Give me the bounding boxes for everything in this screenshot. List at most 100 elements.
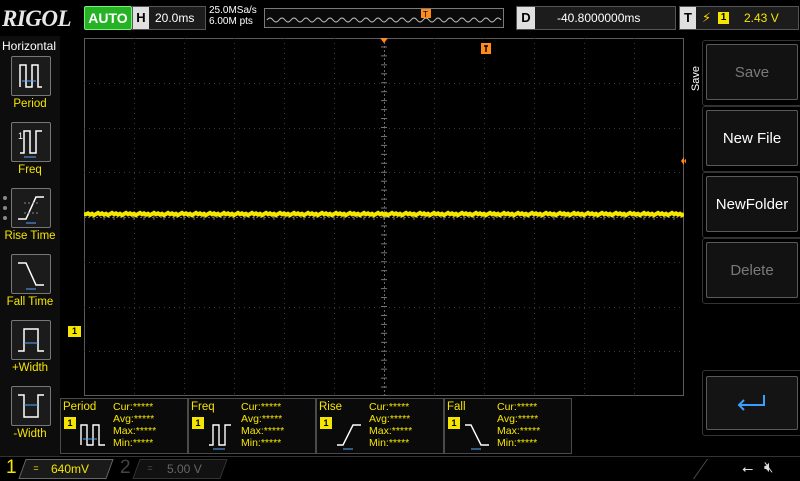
stat-avg: Avg:*****: [497, 413, 539, 425]
measurement-period[interactable]: Period 1 Cur:***** Avg:***** Max:***** M…: [60, 398, 188, 454]
horizontal-timebase-box[interactable]: H 20.0ms: [132, 6, 206, 30]
period-icon: [11, 56, 51, 96]
stat-cur: Cur:*****: [497, 401, 538, 413]
save-menu-title: Save: [690, 66, 702, 92]
measurement-title: Freq: [191, 401, 215, 413]
stat-cur: Cur:*****: [369, 401, 410, 413]
speaker-muted-icon[interactable]: 🔇︎: [764, 459, 773, 476]
enter-arrow-icon: [737, 395, 765, 411]
ch1-waveform-trace: [83, 210, 685, 218]
measurement-fall[interactable]: Fall 1 Cur:***** Avg:***** Max:***** Min…: [444, 398, 572, 454]
measurement-source-badge: 1: [320, 417, 332, 429]
fall-time-icon: [11, 254, 51, 294]
memory-depth: 6.00M pts: [209, 16, 253, 27]
overview-waveform: T: [266, 9, 502, 23]
sample-rate-info: 25.0MSa/s 6.00M pts: [209, 5, 257, 27]
delay-tag: D: [517, 7, 535, 29]
top-status-bar: RIGOL AUTO H 20.0ms 25.0MSa/s 6.00M pts …: [0, 0, 800, 36]
stat-min: Min:*****: [369, 437, 410, 449]
ch2-number[interactable]: 2: [120, 457, 131, 479]
menu-item-label: -Width: [13, 428, 47, 440]
timebase-value: 20.0ms: [155, 11, 195, 25]
run-mode-auto-button[interactable]: AUTO: [84, 6, 132, 30]
trigger-box[interactable]: T ⚡︎ 1 2.43 V: [679, 6, 799, 30]
measurement-title: Period: [63, 401, 97, 413]
new-folder-button[interactable]: NewFolder: [706, 176, 798, 232]
rigol-logo: RIGOL: [2, 6, 72, 31]
scope-graticule: [83, 37, 692, 397]
ch2-coupling-icon: =: [147, 463, 153, 473]
stat-max: Max:*****: [369, 425, 413, 437]
measurement-rise[interactable]: Rise 1 Cur:***** Avg:***** Max:***** Min…: [316, 398, 444, 454]
menu-item-fall-time[interactable]: Fall Time: [0, 254, 60, 318]
stat-min: Min:*****: [241, 437, 282, 449]
measurement-stats: Cur:***** Avg:***** Max:***** Min:*****: [369, 401, 412, 449]
channel-status-bar: 1 = 640mV 2 = 5.00 V ⭠ 🔇︎: [0, 456, 800, 481]
ch1-number[interactable]: 1: [6, 457, 17, 479]
ch1-offset-marker[interactable]: 1: [68, 326, 81, 337]
fall-time-icon: [465, 424, 489, 450]
measurement-freq[interactable]: Freq 1 Cur:***** Avg:***** Max:***** Min…: [188, 398, 316, 454]
measurement-stats: Cur:***** Avg:***** Max:***** Min:*****: [113, 401, 156, 449]
menu-item-pos-width[interactable]: +Width: [0, 320, 60, 384]
ch1-coupling-icon: =: [33, 463, 39, 473]
svg-text:1: 1: [18, 131, 23, 141]
enter-button[interactable]: [706, 376, 798, 430]
save-button[interactable]: Save: [706, 44, 798, 100]
menu-item-neg-width[interactable]: -Width: [0, 386, 60, 450]
pos-width-icon: [11, 320, 51, 360]
ch1-scale-box[interactable]: = 640mV: [18, 459, 114, 479]
menu-item-label: Period: [13, 98, 47, 110]
stat-cur: Cur:*****: [113, 401, 154, 413]
ch2-scale: 5.00 V: [167, 462, 202, 476]
stat-max: Max:*****: [241, 425, 285, 437]
rising-edge-icon: ⚡︎: [702, 10, 712, 25]
trigger-tag: T: [680, 7, 696, 29]
new-file-button[interactable]: New File: [706, 110, 798, 166]
stat-avg: Avg:*****: [369, 413, 411, 425]
trigger-position-marker: [481, 43, 491, 54]
measure-menu: Horizontal Period 1 Freq Rise Time Fall …: [0, 36, 60, 456]
waveform-display[interactable]: [83, 37, 692, 397]
menu-item-period[interactable]: Period: [0, 56, 60, 120]
delay-value: -40.8000000ms: [557, 11, 641, 25]
measurement-source-badge: 1: [192, 417, 204, 429]
measurement-stats: Cur:***** Avg:***** Max:***** Min:*****: [241, 401, 284, 449]
rise-time-icon: [337, 424, 361, 450]
menu-item-label: Rise Time: [4, 230, 56, 242]
stat-avg: Avg:*****: [241, 413, 283, 425]
stat-min: Min:*****: [497, 437, 538, 449]
rise-time-icon: [11, 188, 51, 228]
trigger-source-badge: 1: [718, 12, 729, 24]
overview-trigger-label: T: [423, 10, 428, 19]
stat-min: Min:*****: [113, 437, 154, 449]
freq-icon: 1: [11, 122, 51, 162]
menu-item-label: Fall Time: [6, 296, 54, 308]
horizontal-tag: H: [133, 7, 149, 29]
measurement-title: Rise: [319, 401, 343, 413]
menu-item-label: +Width: [11, 362, 49, 374]
delay-box[interactable]: D -40.8000000ms: [516, 6, 676, 30]
save-menu: Save Save New File NewFolder Delete: [686, 36, 800, 456]
menu-item-freq[interactable]: 1 Freq: [0, 122, 60, 186]
delete-button[interactable]: Delete: [706, 242, 798, 298]
sample-rate: 25.0MSa/s: [209, 5, 257, 16]
measure-menu-title: Horizontal: [2, 39, 57, 53]
menu-item-rise-time[interactable]: Rise Time: [0, 188, 60, 252]
freq-icon: [209, 424, 231, 450]
ch1-scale: 640mV: [51, 462, 90, 476]
stat-cur: Cur:*****: [241, 401, 282, 413]
usb-icon: ⭠: [742, 460, 754, 476]
measurement-source-badge: 1: [64, 417, 76, 429]
ch2-scale-box[interactable]: = 5.00 V: [132, 459, 228, 479]
measurement-stats: Cur:***** Avg:***** Max:***** Min:*****: [497, 401, 540, 449]
waveform-overview-bar[interactable]: T: [264, 8, 504, 28]
period-icon: [80, 424, 105, 446]
stat-avg: Avg:*****: [113, 413, 155, 425]
measurement-title: Fall: [447, 401, 466, 413]
stat-max: Max:*****: [497, 425, 541, 437]
menu-item-label: Freq: [18, 164, 42, 176]
measurement-source-badge: 1: [448, 417, 460, 429]
trigger-level: 2.43 V: [744, 11, 779, 25]
neg-width-icon: [11, 386, 51, 426]
